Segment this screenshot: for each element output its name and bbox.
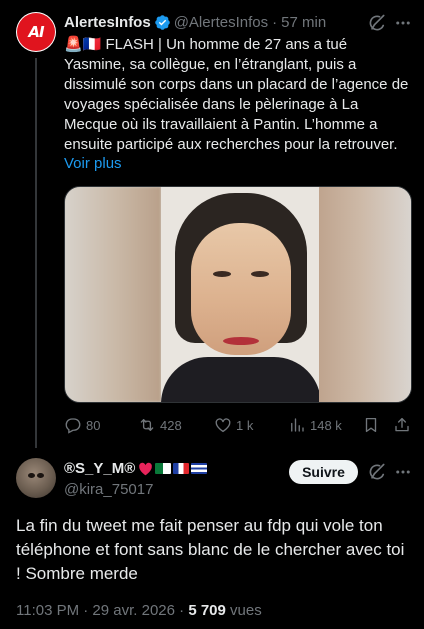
grok-icon[interactable] [366,12,388,34]
reply-views-label: vues [230,602,262,619]
thread-connector-line [35,58,37,448]
verified-badge-icon [154,14,171,31]
views-button[interactable]: 148 k [288,416,342,434]
image-blurred-left [65,187,161,402]
views-icon [291,418,304,432]
reply-button[interactable]: 80 [64,416,100,434]
separator-dot: · [272,13,278,31]
tweet-image[interactable] [64,186,412,403]
repost-button[interactable]: 428 [138,416,182,434]
show-more-link[interactable]: Voir plus [64,155,122,172]
author-name[interactable]: AlertesInfos [64,14,151,31]
share-button[interactable] [393,416,411,434]
reply-meta: 11:03 PM · 29 avr. 2026 · 5 709 vues [16,602,262,619]
algeria-flag-icon [155,463,172,474]
reply-icon [65,418,81,434]
reply-count: 80 [86,417,101,433]
more-icon[interactable] [392,461,414,483]
tweet-actions: 80 428 1 k 148 k [64,414,412,436]
tweet-text: 🚨🇫🇷 FLASH | Un homme de 27 ans a tué Yas… [64,36,409,153]
reply-author-name[interactable]: ®S_Y_M® [64,460,135,477]
parent-tweet[interactable]: AI AlertesInfos @AlertesInfos · 57 min 🚨… [0,0,424,448]
more-icon[interactable] [392,12,414,34]
repost-count: 428 [160,417,182,433]
france-flag-icon [173,463,190,474]
image-portrait [161,187,321,402]
cuba-flag-icon [191,463,208,474]
bookmark-button[interactable] [362,416,380,434]
share-icon [395,417,409,432]
avatar-reply-author[interactable] [16,458,56,498]
grok-icon[interactable] [366,461,388,483]
tweet-header: AlertesInfos @AlertesInfos · 57 min [64,12,326,32]
like-icon [215,418,231,433]
avatar-alertesinfos[interactable]: AI [16,12,56,52]
tweet-time[interactable]: 57 min [281,14,326,31]
avatar-logo-text: AI [28,23,44,41]
heart-icon [139,462,153,475]
author-handle[interactable]: @AlertesInfos [174,14,268,31]
bookmark-icon [365,417,377,433]
reply-views-count: 5 709 [188,602,226,619]
reply-text: La fin du tweet me fait penser au fdp qu… [16,516,405,583]
repost-icon [140,419,154,431]
like-button[interactable]: 1 k [214,416,253,434]
reply-author-row: ®S_Y_M® [64,460,208,477]
views-count: 148 k [310,417,342,433]
reply-author-handle[interactable]: @kira_75017 [64,481,153,498]
like-count: 1 k [236,417,254,433]
reply-timestamp[interactable]: 11:03 PM · 29 avr. 2026 · [16,602,184,619]
follow-button[interactable]: Suivre [289,460,358,484]
name-emoji-flags [138,462,208,476]
image-blurred-right [319,187,411,402]
